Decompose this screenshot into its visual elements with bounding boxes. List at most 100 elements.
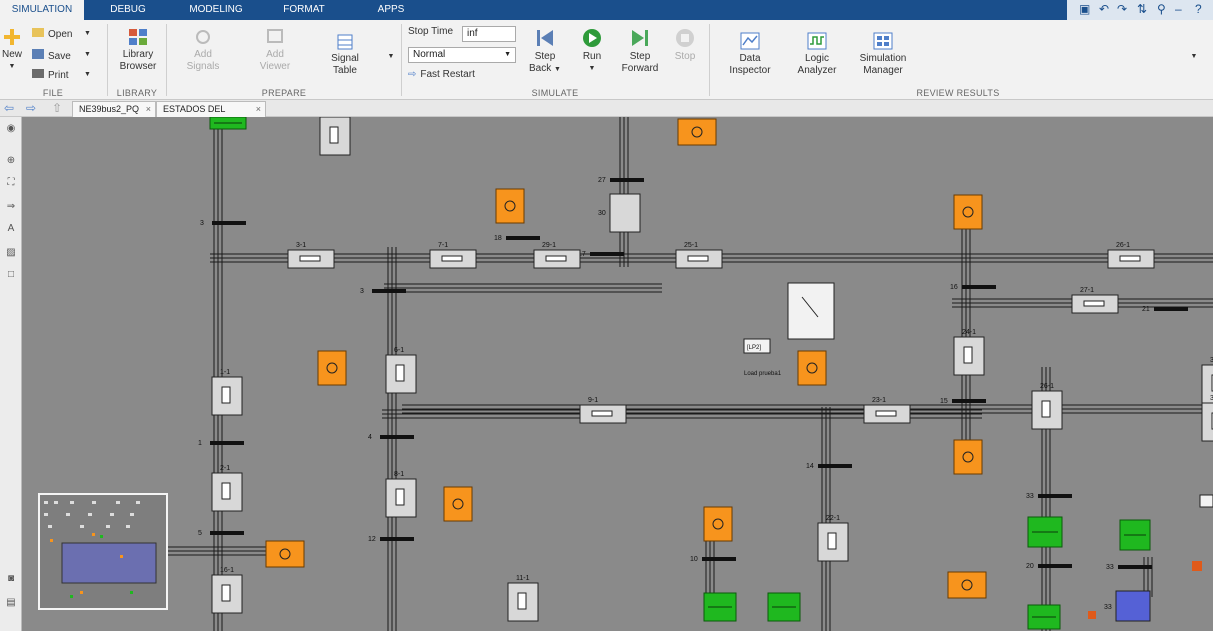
printer-icon: [32, 69, 44, 78]
model-navigator-minimap[interactable]: [38, 493, 168, 610]
bus-bar: [952, 399, 986, 403]
arrow-icon[interactable]: ⇒: [4, 201, 18, 213]
library-browser-button[interactable]: Library Browser: [114, 28, 162, 73]
group-simulate-label: SIMULATE: [531, 88, 579, 98]
add-viewer-label-1: Add: [266, 49, 284, 60]
ribbon-tab-bar: SIMULATION DEBUG MODELING FORMAT APPS ▣ …: [0, 0, 1213, 20]
step-forward-icon: [632, 30, 648, 46]
undo-icon[interactable]: ↶: [1099, 2, 1109, 16]
library-icon: [129, 29, 147, 45]
library-label-2: Browser: [119, 61, 157, 72]
tab-simulation[interactable]: SIMULATION: [0, 0, 84, 20]
bus-label: 12: [368, 536, 376, 543]
prepare-expand-button[interactable]: ▼: [385, 50, 397, 63]
signal-table-button[interactable]: Signal Table: [322, 34, 368, 77]
close-icon[interactable]: ×: [256, 102, 261, 117]
line-block-symbol: [1119, 255, 1141, 262]
line-block-symbol: [517, 592, 527, 610]
close-icon[interactable]: ×: [146, 102, 151, 117]
step-back-button[interactable]: Step Back ▼: [526, 28, 564, 76]
quick-access-toolbar: ▣ ↶ ↷ ⇅ ⚲ – ?: [1067, 0, 1213, 20]
fast-restart-button[interactable]: ⇨ Fast Restart: [408, 69, 508, 81]
zoom-icon[interactable]: ⊕: [4, 155, 18, 167]
simulation-manager-button[interactable]: Simulation Manager: [854, 32, 912, 77]
image-icon[interactable]: ▨: [4, 247, 18, 259]
bus-label: 14: [806, 463, 814, 470]
search-icon[interactable]: ⚲: [1157, 2, 1166, 16]
bus-label: 21: [1142, 306, 1150, 313]
annotation-icon[interactable]: A: [4, 223, 18, 235]
line-label: 11-1: [516, 575, 530, 582]
bus-label: 5: [198, 530, 202, 537]
block-diagram[interactable]: 318172731621141514335121020 333-1 7-1 29-1 2…: [22, 117, 1213, 631]
signal-table-label-1: Signal: [331, 53, 359, 64]
play-icon: [583, 29, 601, 47]
line-label: 23-1: [872, 397, 886, 404]
line-block-symbol: [221, 482, 231, 500]
simulation-mode-select[interactable]: Normal ▼: [408, 47, 516, 63]
group-prepare-label: PREPARE: [261, 88, 307, 98]
logic-analyzer-button[interactable]: Logic Analyzer: [792, 32, 842, 77]
swap-icon[interactable]: ⇅: [1137, 2, 1147, 16]
stop-button[interactable]: Stop: [670, 28, 700, 63]
hide-show-icon[interactable]: ◉: [4, 123, 18, 135]
tab-debug[interactable]: DEBUG: [98, 0, 158, 20]
print-button[interactable]: Print ▼: [32, 69, 96, 82]
stop-time-input[interactable]: inf: [462, 26, 516, 42]
add-viewer-button[interactable]: Add Viewer: [248, 28, 302, 73]
ribbon-expand-button[interactable]: ▼: [1188, 50, 1200, 63]
line-block-symbol: [875, 410, 897, 417]
simulation-manager-label-1: Simulation: [859, 53, 907, 64]
tab-apps[interactable]: APPS: [366, 0, 416, 20]
save-icon: [32, 49, 44, 59]
up-arrow-icon[interactable]: ⇧: [52, 101, 62, 115]
bus-label: 10: [690, 556, 698, 563]
minimap-preview: [40, 495, 166, 608]
new-button[interactable]: New ▼: [1, 28, 23, 73]
chevron-down-icon: ▼: [554, 66, 561, 73]
back-arrow-icon[interactable]: ⇦: [4, 101, 14, 115]
redo-icon[interactable]: ↷: [1117, 2, 1127, 16]
bus-label: 16: [950, 284, 958, 291]
load-block: [443, 486, 473, 522]
chevron-down-icon: ▼: [1190, 53, 1198, 60]
doc-tab-ne39bus2[interactable]: NE39bus2_PQ ×: [72, 101, 156, 117]
add-signals-button[interactable]: Add Signals: [178, 28, 228, 73]
save-quick-icon[interactable]: ▣: [1079, 2, 1090, 16]
property-inspector-icon[interactable]: ▤: [4, 597, 18, 609]
fit-view-icon[interactable]: ⛶: [4, 177, 18, 189]
data-inspector-button[interactable]: Data Inspector: [724, 32, 776, 77]
save-button[interactable]: Save ▼: [32, 49, 96, 63]
help-icon[interactable]: ?: [1195, 2, 1202, 16]
stop-time-label: Stop Time: [408, 26, 454, 37]
minimize-icon[interactable]: –: [1175, 2, 1182, 16]
area-icon[interactable]: □: [4, 269, 18, 281]
bus-bar: [818, 464, 852, 468]
open-button[interactable]: Open ▼: [32, 28, 96, 41]
forward-arrow-icon[interactable]: ⇨: [26, 101, 36, 115]
run-button[interactable]: Run ▼: [574, 28, 610, 75]
bus-bar: [212, 221, 246, 225]
line-label: 26-1: [1040, 383, 1054, 390]
step-back-label-1: Step: [534, 51, 556, 62]
signal-table-label-2: Table: [333, 65, 357, 76]
doc-tab-estados[interactable]: ESTADOS DEL SISTEMA×: [156, 101, 266, 129]
step-back-label-2: Back ▼: [526, 63, 564, 76]
separator: [709, 24, 710, 96]
load-block: [953, 194, 983, 230]
chevron-down-icon: ▼: [387, 53, 395, 60]
tab-format[interactable]: FORMAT: [276, 0, 332, 20]
folder-icon: [32, 28, 44, 37]
camera-icon[interactable]: ◙: [4, 573, 18, 585]
marker: [1192, 561, 1202, 571]
data-inspector-label-2: Inspector: [729, 65, 771, 76]
viewer-icon: [267, 29, 283, 43]
chevron-down-icon: ▼: [8, 63, 16, 70]
separator: [166, 24, 167, 96]
tab-modeling[interactable]: MODELING: [178, 0, 254, 20]
line-label: 22-1: [826, 515, 840, 522]
bus-bar: [1118, 565, 1152, 569]
step-forward-button[interactable]: Step Forward: [618, 28, 662, 75]
add-viewer-label-2: Viewer: [259, 61, 291, 72]
model-canvas[interactable]: 3 18 17 27 3 16 21 1 4 15 14 33 5 12 10 20 33 3-1 7-1 29-1 2…: [22, 117, 1213, 631]
